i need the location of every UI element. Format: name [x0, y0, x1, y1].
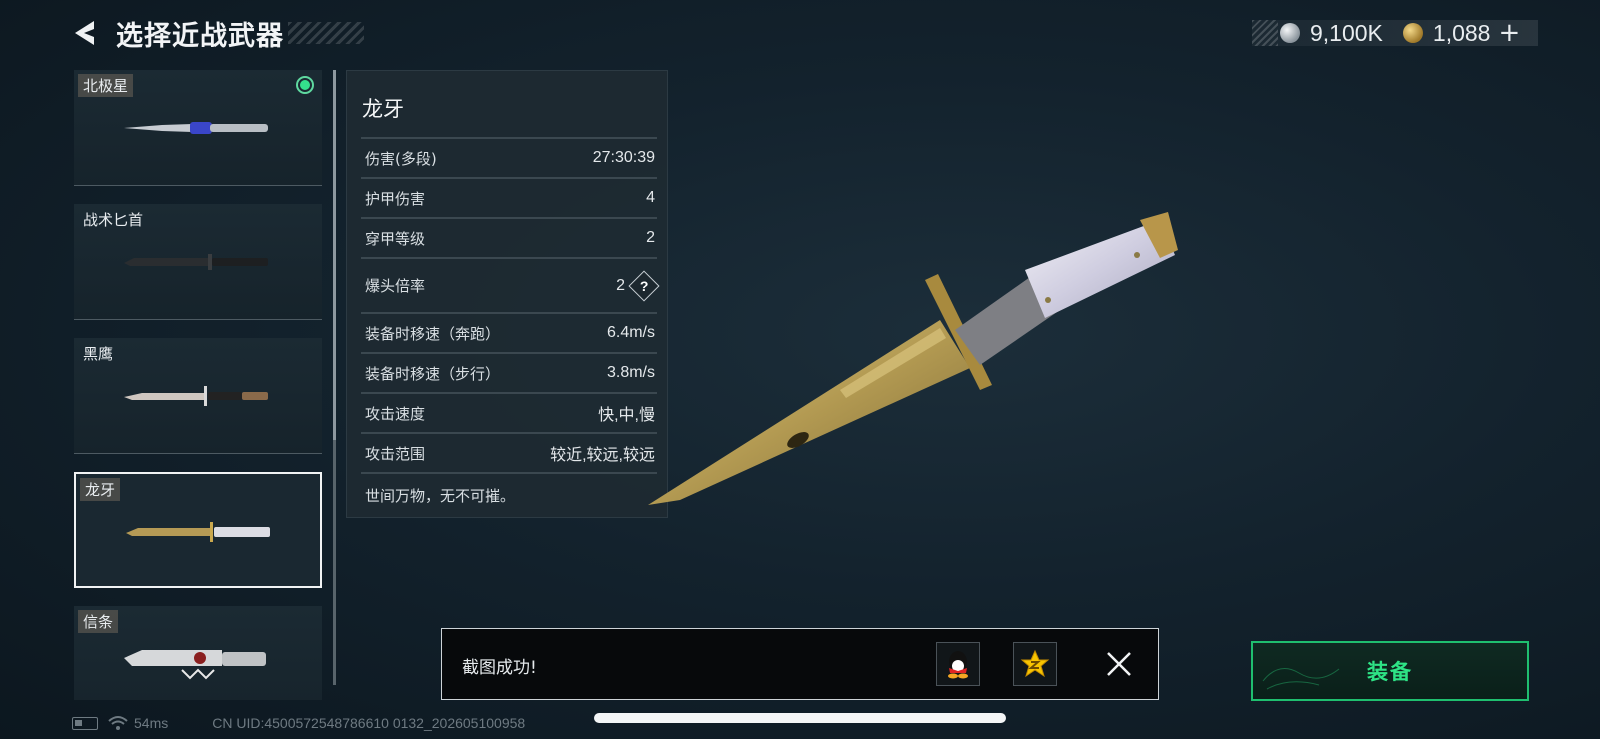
weapon-title: 龙牙 — [362, 97, 404, 121]
qzone-icon — [1020, 649, 1050, 678]
screenshot-toast: 截图成功! — [441, 628, 1159, 700]
toast-message: 截图成功! — [462, 658, 537, 678]
stat-row-attack-speed: 攻击速度 快,中,慢 — [361, 392, 657, 432]
stat-row-armor-damage: 护甲伤害 4 — [361, 177, 657, 217]
equip-label: 装备 — [1367, 660, 1413, 684]
currency-bar: 9,100K 1,088 + — [1252, 18, 1538, 48]
weapon-item-beijixing[interactable]: 北极星 — [74, 70, 322, 186]
stat-value: 2 — [616, 276, 625, 294]
knife-thumbnail-icon — [124, 254, 268, 270]
silver-coin-icon — [1280, 23, 1300, 43]
back-arrow-icon[interactable] — [70, 18, 100, 48]
stat-label: 伤害(多段) — [365, 149, 437, 168]
close-icon[interactable] — [1104, 649, 1134, 679]
ping-value: 54ms — [134, 715, 169, 731]
stat-label: 装备时移速（步行） — [365, 364, 501, 383]
stat-label: 攻击范围 — [365, 444, 426, 463]
silver-amount: 9,100K — [1310, 19, 1383, 46]
share-qzone-button[interactable] — [1013, 642, 1057, 686]
stat-value: 27:30:39 — [592, 149, 655, 166]
weapon-item-longya[interactable]: 龙牙 — [74, 472, 322, 588]
weapon-list: 北极星 战术匕首 黑鹰 龙牙 信条 — [74, 70, 324, 700]
gold-coin-icon — [1402, 23, 1423, 43]
uid-text: CN UID:4500572548786610 0132_20260510095… — [212, 715, 526, 731]
add-currency-button[interactable]: + — [1498, 18, 1520, 48]
knife-thumbnail-icon — [124, 386, 268, 406]
stat-label: 爆头倍率 — [365, 277, 426, 295]
stat-row-damage: 伤害(多段) 27:30:39 — [361, 137, 657, 177]
status-bar: 54ms CN UID:4500572548786610 0132_202605… — [72, 714, 525, 732]
stat-row-walk-speed: 装备时移速（步行） 3.8m/s — [361, 352, 657, 392]
weapon-stats-panel: 龙牙 伤害(多段) 27:30:39 护甲伤害 4 穿甲等级 2 爆头倍率 2 … — [346, 70, 668, 518]
stat-row-attack-range: 攻击范围 较近,较远,较远 — [361, 432, 657, 472]
stat-row-penetration: 穿甲等级 2 — [361, 217, 657, 257]
wifi-icon — [108, 716, 128, 730]
weapon-item-xintiao[interactable]: 信条 — [74, 606, 322, 700]
stat-row-headshot: 爆头倍率 2 ? — [361, 257, 660, 312]
qq-icon — [948, 651, 968, 679]
knife-thumbnail-icon — [126, 522, 270, 542]
weapon-description: 世间万物，无不可摧。 — [361, 472, 657, 516]
stat-label: 攻击速度 — [365, 404, 426, 423]
weapon-name: 北极星 — [78, 74, 134, 97]
weapon-item-tactical-dagger[interactable]: 战术匕首 — [74, 204, 322, 320]
stat-row-run-speed: 装备时移速（奔跑） 6.4m/s — [361, 312, 657, 352]
weapon-item-heiying[interactable]: 黑鹰 — [74, 338, 322, 454]
equip-button-decoration — [1262, 668, 1340, 690]
weapon-name: 龙牙 — [80, 478, 121, 501]
equip-button[interactable]: 装备 — [1251, 641, 1529, 701]
battery-icon — [72, 716, 98, 730]
share-qq-button[interactable] — [936, 642, 980, 686]
stat-label: 护甲伤害 — [365, 189, 426, 208]
title-decoration — [288, 22, 364, 44]
page-title: 选择近战武器 — [116, 21, 284, 52]
knife-thumbnail-icon — [124, 650, 266, 680]
weapon-name: 黑鹰 — [83, 345, 114, 363]
list-scrollbar-thumb[interactable] — [333, 70, 336, 440]
gold-amount: 1,088 — [1432, 19, 1491, 46]
weapon-name: 信条 — [78, 610, 119, 633]
knife-thumbnail-icon — [124, 122, 268, 134]
home-indicator[interactable] — [594, 713, 1006, 723]
stat-label: 穿甲等级 — [365, 229, 426, 248]
equipped-indicator-icon — [296, 76, 314, 94]
weapon-preview-image — [648, 212, 1178, 505]
stat-label: 装备时移速（奔跑） — [365, 324, 501, 343]
weapon-name: 战术匕首 — [83, 211, 144, 229]
